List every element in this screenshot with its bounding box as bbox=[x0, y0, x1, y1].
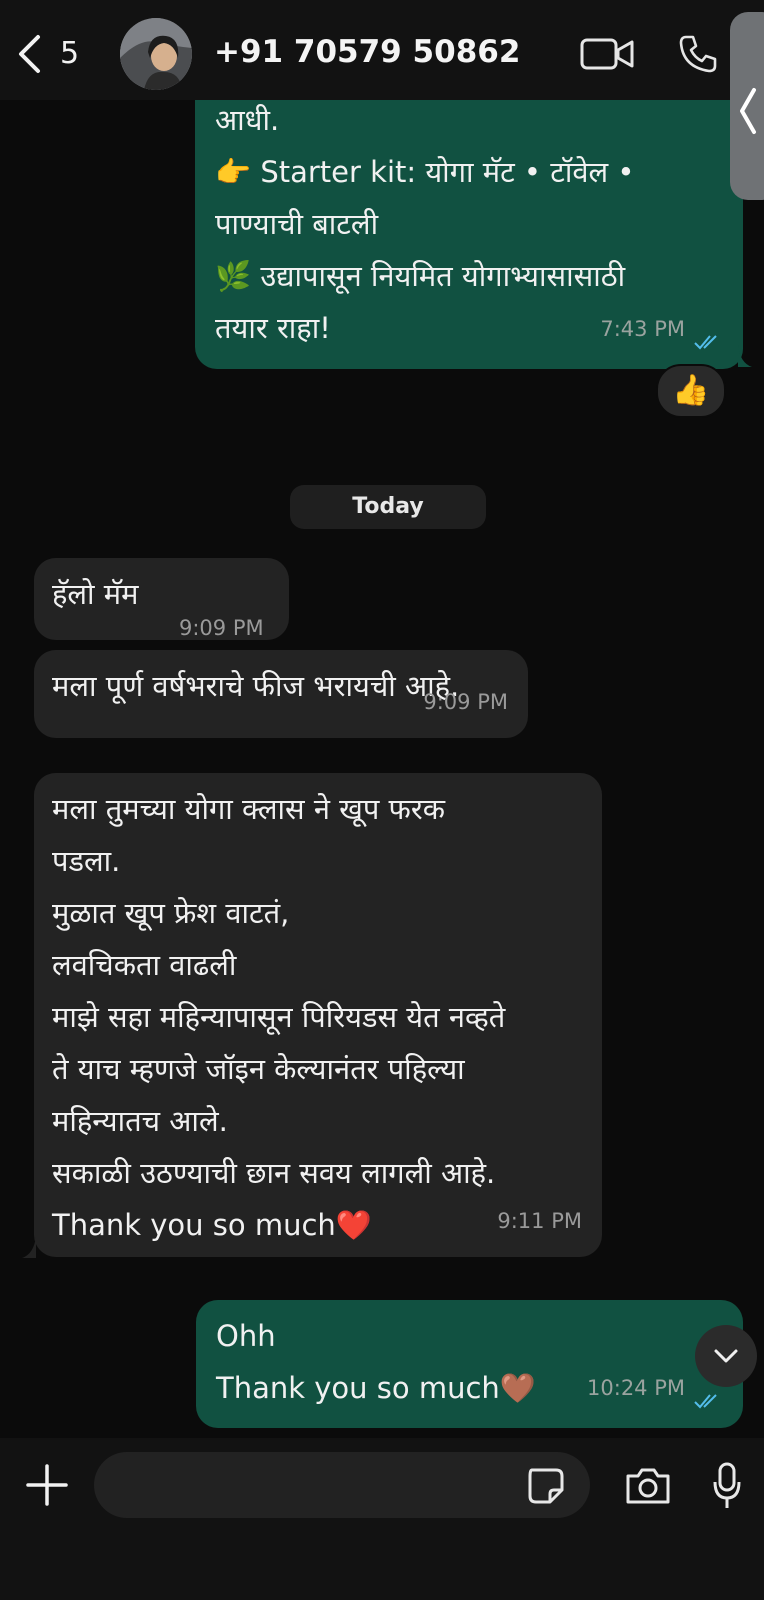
side-panel-handle[interactable] bbox=[730, 12, 764, 200]
message-text: मला तुमच्या योगा क्लास ने खूप फरक पडला. … bbox=[52, 792, 506, 1242]
sticker-icon[interactable] bbox=[526, 1466, 566, 1506]
chat-header: 5 +91 70579 50862 bbox=[0, 0, 764, 100]
incoming-message[interactable]: मला पूर्ण वर्षभराचे फीज भरायची आहे. 9:09… bbox=[34, 650, 528, 738]
contact-name[interactable]: +91 70579 50862 bbox=[214, 34, 520, 70]
plus-icon[interactable] bbox=[26, 1464, 68, 1506]
message-time: 9:09 PM bbox=[179, 616, 264, 640]
phone-call-icon[interactable] bbox=[678, 34, 718, 74]
back-chevron-icon[interactable] bbox=[16, 34, 46, 74]
message-text: मला पूर्ण वर्षभराचे फीज भरायची आहे. bbox=[52, 669, 460, 703]
avatar[interactable] bbox=[120, 18, 192, 90]
message-time: 10:24 PM bbox=[587, 1376, 685, 1400]
side-panel-chevron-icon bbox=[740, 88, 756, 134]
message-time: 9:09 PM bbox=[423, 690, 508, 714]
outgoing-message[interactable]: Ohh Thank you so much🤎 10:24 PM bbox=[196, 1300, 743, 1428]
message-list[interactable]: आधी. 👉 Starter kit: योगा मॅट • टॉवेल • प… bbox=[0, 100, 764, 1438]
outgoing-message[interactable]: आधी. 👉 Starter kit: योगा मॅट • टॉवेल • प… bbox=[195, 100, 743, 369]
composer-bar bbox=[0, 1438, 764, 1600]
scroll-to-bottom-button[interactable] bbox=[695, 1325, 757, 1387]
bubble-tail bbox=[738, 345, 752, 367]
message-text: हॅलो मॅम bbox=[52, 577, 139, 611]
unread-count[interactable]: 5 bbox=[60, 36, 79, 71]
message-time: 7:43 PM bbox=[600, 317, 685, 341]
message-text: Ohh Thank you so much🤎 bbox=[216, 1319, 536, 1405]
bubble-tail bbox=[22, 1236, 36, 1258]
read-ticks-icon bbox=[694, 1394, 717, 1409]
read-ticks-icon bbox=[694, 335, 717, 350]
incoming-message[interactable]: मला तुमच्या योगा क्लास ने खूप फरक पडला. … bbox=[34, 773, 602, 1257]
video-call-icon[interactable] bbox=[580, 36, 634, 72]
day-separator: Today bbox=[290, 485, 486, 529]
camera-icon[interactable] bbox=[624, 1466, 672, 1506]
message-input[interactable] bbox=[94, 1452, 590, 1518]
reaction-badge[interactable]: 👍 bbox=[656, 364, 726, 418]
microphone-icon[interactable] bbox=[712, 1462, 742, 1510]
incoming-message[interactable]: हॅलो मॅम 9:09 PM bbox=[34, 558, 289, 640]
chevron-down-icon bbox=[714, 1349, 738, 1363]
message-time: 9:11 PM bbox=[497, 1209, 582, 1233]
